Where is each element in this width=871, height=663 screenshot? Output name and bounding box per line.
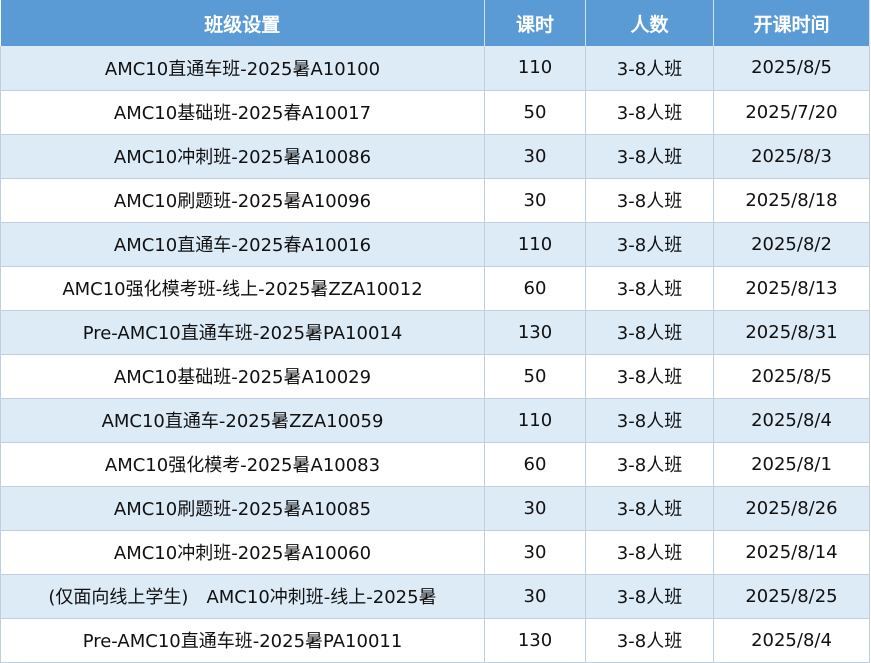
table-row: AMC10直通车-2025暑ZZA10059 110 3-8人班 2025/8/4 bbox=[0, 398, 870, 443]
table-row: AMC10直通车-2025春A10016 110 3-8人班 2025/8/2 bbox=[0, 222, 870, 267]
cell-size: 3-8人班 bbox=[585, 222, 714, 267]
cell-start: 2025/8/1 bbox=[713, 442, 870, 487]
table-row: AMC10基础班-2025春A10017 50 3-8人班 2025/7/20 bbox=[0, 90, 870, 135]
cell-hours: 110 bbox=[484, 46, 586, 91]
cell-start: 2025/8/18 bbox=[713, 178, 870, 223]
cell-size: 3-8人班 bbox=[585, 134, 714, 179]
cell-start: 2025/7/20 bbox=[713, 90, 870, 135]
cell-start: 2025/8/5 bbox=[713, 46, 870, 91]
cell-class: AMC10直通车班-2025暑A10100 bbox=[0, 46, 485, 91]
cell-hours: 110 bbox=[484, 222, 586, 267]
table-row: AMC10强化模考班-线上-2025暑ZZA10012 60 3-8人班 2025/8… bbox=[0, 266, 870, 311]
cell-start: 2025/8/2 bbox=[713, 222, 870, 267]
header-hours: 课时 bbox=[484, 0, 586, 46]
cell-class: AMC10基础班-2025暑A10029 bbox=[0, 354, 485, 399]
table-row: AMC10刷题班-2025暑A10096 30 3-8人班 2025/8/18 bbox=[0, 178, 870, 223]
cell-hours: 60 bbox=[484, 266, 586, 311]
header-row: 班级设置 课时 人数 开课时间 bbox=[0, 0, 870, 46]
cell-size: 3-8人班 bbox=[585, 310, 714, 355]
cell-hours: 30 bbox=[484, 486, 586, 531]
cell-hours: 130 bbox=[484, 618, 586, 663]
cell-start: 2025/8/25 bbox=[713, 574, 870, 619]
cell-start: 2025/8/31 bbox=[713, 310, 870, 355]
table-row: AMC10冲刺班-2025暑A10086 30 3-8人班 2025/8/3 bbox=[0, 134, 870, 179]
cell-size: 3-8人班 bbox=[585, 530, 714, 575]
cell-start: 2025/8/4 bbox=[713, 618, 870, 663]
cell-size: 3-8人班 bbox=[585, 618, 714, 663]
cell-class: AMC10冲刺班-2025暑A10086 bbox=[0, 134, 485, 179]
cell-start: 2025/8/3 bbox=[713, 134, 870, 179]
cell-hours: 30 bbox=[484, 134, 586, 179]
cell-start: 2025/8/13 bbox=[713, 266, 870, 311]
cell-size: 3-8人班 bbox=[585, 574, 714, 619]
cell-start: 2025/8/5 bbox=[713, 354, 870, 399]
cell-hours: 60 bbox=[484, 442, 586, 487]
cell-hours: 30 bbox=[484, 530, 586, 575]
cell-hours: 130 bbox=[484, 310, 586, 355]
cell-size: 3-8人班 bbox=[585, 46, 714, 91]
cell-start: 2025/8/4 bbox=[713, 398, 870, 443]
cell-class: AMC10强化模考班-线上-2025暑ZZA10012 bbox=[0, 266, 485, 311]
cell-class: Pre-AMC10直通车班-2025暑PA10014 bbox=[0, 310, 485, 355]
table-header: 班级设置 课时 人数 开课时间 bbox=[0, 0, 870, 46]
cell-class: AMC10刷题班-2025暑A10085 bbox=[0, 486, 485, 531]
cell-class: AMC10强化模考-2025暑A10083 bbox=[0, 442, 485, 487]
cell-class: AMC10基础班-2025春A10017 bbox=[0, 90, 485, 135]
table-row: AMC10冲刺班-2025暑A10060 30 3-8人班 2025/8/14 bbox=[0, 530, 870, 575]
cell-size: 3-8人班 bbox=[585, 486, 714, 531]
class-schedule-table: 班级设置 课时 人数 开课时间 AMC10直通车班-2025暑A10100 110… bbox=[0, 0, 870, 663]
cell-size: 3-8人班 bbox=[585, 354, 714, 399]
cell-class: AMC10冲刺班-2025暑A10060 bbox=[0, 530, 485, 575]
cell-class: AMC10直通车-2025暑ZZA10059 bbox=[0, 398, 485, 443]
cell-size: 3-8人班 bbox=[585, 442, 714, 487]
cell-class: AMC10直通车-2025春A10016 bbox=[0, 222, 485, 267]
cell-hours: 50 bbox=[484, 90, 586, 135]
table-row: AMC10刷题班-2025暑A10085 30 3-8人班 2025/8/26 bbox=[0, 486, 870, 531]
header-start: 开课时间 bbox=[713, 0, 870, 46]
table-row: Pre-AMC10直通车班-2025暑PA10014 130 3-8人班 2025/8… bbox=[0, 310, 870, 355]
cell-class: AMC10刷题班-2025暑A10096 bbox=[0, 178, 485, 223]
cell-hours: 30 bbox=[484, 574, 586, 619]
table-row: (仅面向线上学生) AMC10冲刺班-线上-2025暑 30 3-8人班 2025/8… bbox=[0, 574, 870, 619]
header-class: 班级设置 bbox=[0, 0, 485, 46]
cell-start: 2025/8/26 bbox=[713, 486, 870, 531]
cell-hours: 110 bbox=[484, 398, 586, 443]
cell-size: 3-8人班 bbox=[585, 178, 714, 223]
cell-class: (仅面向线上学生) AMC10冲刺班-线上-2025暑 bbox=[0, 574, 485, 619]
table-row: Pre-AMC10直通车班-2025暑PA10011 130 3-8人班 2025/8… bbox=[0, 618, 870, 663]
table-row: AMC10基础班-2025暑A10029 50 3-8人班 2025/8/5 bbox=[0, 354, 870, 399]
cell-size: 3-8人班 bbox=[585, 398, 714, 443]
cell-class: Pre-AMC10直通车班-2025暑PA10011 bbox=[0, 618, 485, 663]
table-body: AMC10直通车班-2025暑A10100 110 3-8人班 2025/8/5 AMC… bbox=[0, 46, 870, 663]
cell-size: 3-8人班 bbox=[585, 90, 714, 135]
cell-hours: 50 bbox=[484, 354, 586, 399]
cell-hours: 30 bbox=[484, 178, 586, 223]
table-row: AMC10直通车班-2025暑A10100 110 3-8人班 2025/8/5 bbox=[0, 46, 870, 91]
table-row: AMC10强化模考-2025暑A10083 60 3-8人班 2025/8/1 bbox=[0, 442, 870, 487]
cell-start: 2025/8/14 bbox=[713, 530, 870, 575]
header-size: 人数 bbox=[585, 0, 714, 46]
cell-size: 3-8人班 bbox=[585, 266, 714, 311]
